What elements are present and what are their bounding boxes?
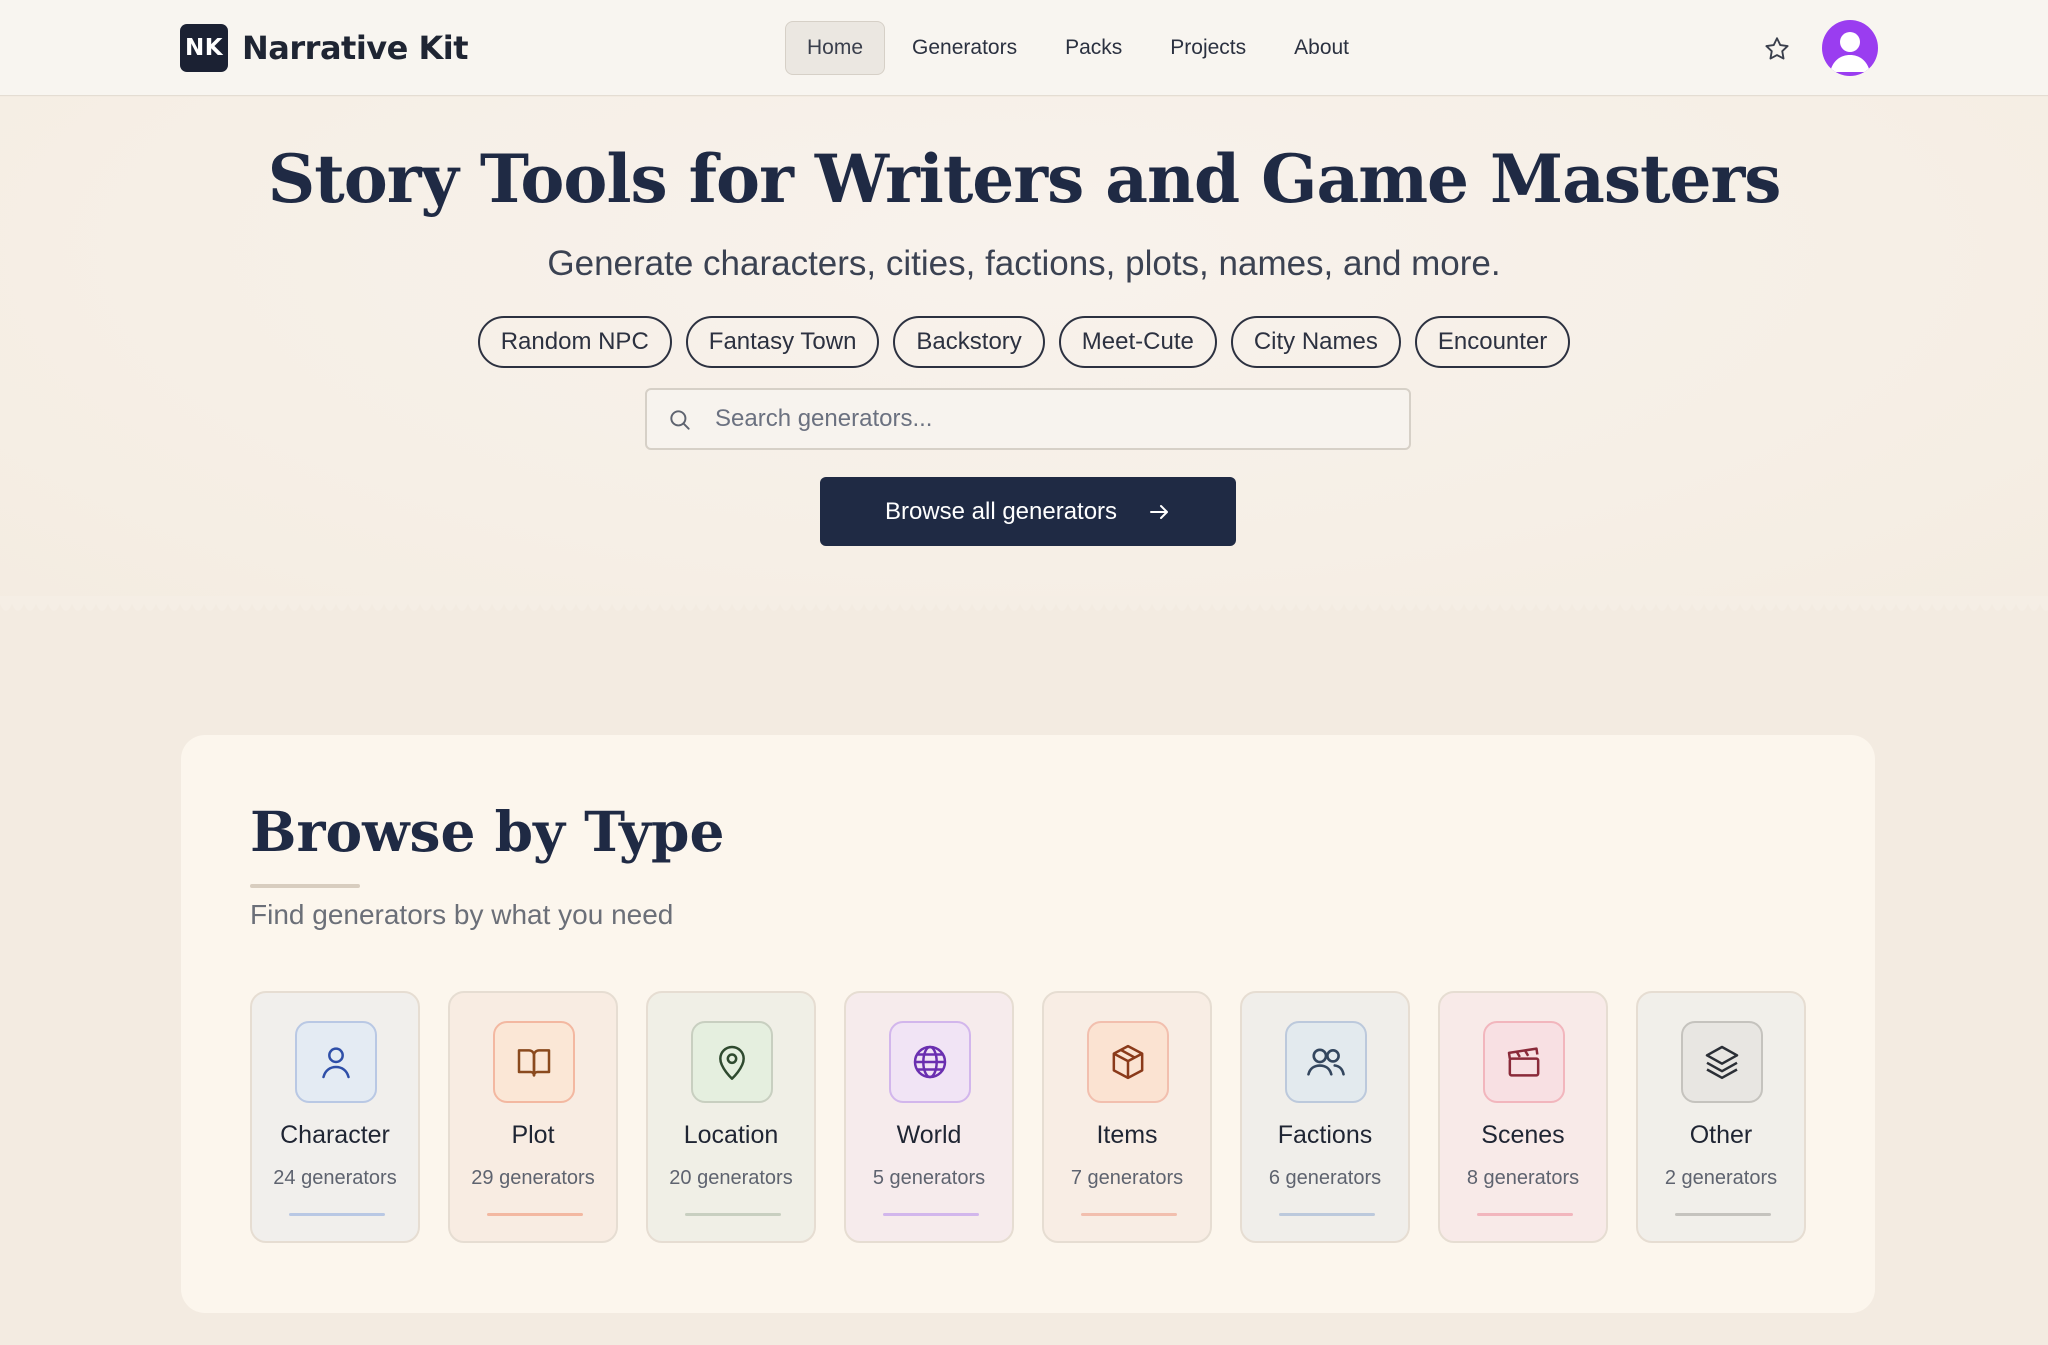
type-accent-bar	[1675, 1213, 1771, 1216]
nav-about[interactable]: About	[1273, 21, 1370, 75]
browse-all-generators-button[interactable]: Browse all generators	[820, 477, 1236, 546]
nav-home[interactable]: Home	[785, 21, 886, 75]
hero-scallop-divider	[0, 596, 2048, 626]
map-pin-icon	[719, 1045, 745, 1080]
type-count: 7 generators	[1070, 1167, 1184, 1189]
nav-generators[interactable]: Generators	[891, 21, 1038, 75]
clapperboard-icon	[1507, 1047, 1540, 1077]
chip-city-names[interactable]: City Names	[1230, 316, 1401, 368]
type-name: Other	[1689, 1121, 1753, 1149]
type-name: Plot	[511, 1121, 555, 1149]
browse-title: Browse by Type	[250, 799, 725, 864]
favorites-button[interactable]	[1762, 34, 1792, 64]
search-icon	[670, 410, 690, 430]
quick-generator-chips: Random NPC Fantasy Town Backstory Meet-C…	[0, 316, 2048, 368]
brand-name: Narrative Kit	[242, 29, 469, 67]
type-name: Items	[1096, 1121, 1158, 1149]
type-count: 24 generators	[273, 1167, 397, 1189]
type-card-character[interactable]: Character 24 generators	[250, 991, 420, 1243]
users-icon	[1307, 1048, 1345, 1076]
type-name: Scenes	[1481, 1121, 1565, 1149]
arrow-right-icon	[1147, 500, 1171, 524]
globe-icon	[913, 1045, 947, 1079]
chip-fantasy-town[interactable]: Fantasy Town	[685, 316, 880, 368]
type-name: World	[896, 1121, 962, 1149]
box-icon	[1112, 1044, 1144, 1080]
nav-packs[interactable]: Packs	[1044, 21, 1143, 75]
type-count: 8 generators	[1466, 1167, 1580, 1189]
type-icon-box	[493, 1021, 575, 1103]
type-card-other[interactable]: Other 2 generators	[1636, 991, 1806, 1243]
brand-logo[interactable]: NK Narrative Kit	[180, 24, 469, 72]
user-avatar-icon	[1830, 32, 1870, 72]
type-card-items[interactable]: Items 7 generators	[1042, 991, 1212, 1243]
title-underline	[250, 884, 360, 888]
type-card-location[interactable]: Location 20 generators	[646, 991, 816, 1243]
type-card-scenes[interactable]: Scenes 8 generators	[1438, 991, 1608, 1243]
type-icon-box	[889, 1021, 971, 1103]
chip-random-npc[interactable]: Random NPC	[477, 316, 672, 368]
browse-subtitle: Find generators by what you need	[250, 899, 674, 930]
type-count: 5 generators	[872, 1167, 986, 1189]
type-card-factions[interactable]: Factions 6 generators	[1240, 991, 1410, 1243]
type-icon-box	[691, 1021, 773, 1103]
user-avatar[interactable]	[1822, 20, 1878, 76]
type-accent-bar	[289, 1213, 385, 1216]
type-name: Location	[683, 1121, 779, 1149]
type-accent-bar	[487, 1213, 583, 1216]
type-accent-bar	[883, 1213, 979, 1216]
browse-all-generators-label: Browse all generators	[884, 497, 1118, 525]
chip-backstory[interactable]: Backstory	[893, 316, 1045, 368]
star-icon	[1765, 37, 1789, 60]
chip-meet-cute[interactable]: Meet-Cute	[1058, 316, 1217, 368]
type-accent-bar	[1081, 1213, 1177, 1216]
type-name: Character	[280, 1121, 390, 1149]
type-icon-box	[1681, 1021, 1763, 1103]
main-nav: Home Generators Packs Projects About	[785, 21, 1376, 75]
type-card-world[interactable]: World 5 generators	[844, 991, 1014, 1243]
type-count: 6 generators	[1268, 1167, 1382, 1189]
search-input[interactable]	[715, 390, 1395, 448]
type-list: Character 24 generators Plot 29 generato…	[250, 991, 1834, 1243]
type-count: 20 generators	[669, 1167, 793, 1189]
type-accent-bar	[1279, 1213, 1375, 1216]
type-accent-bar	[1477, 1213, 1573, 1216]
hero-title: Story Tools for Writers and Game Masters	[267, 140, 1782, 218]
search-box	[645, 388, 1411, 450]
user-icon	[322, 1047, 350, 1079]
type-icon-box	[1285, 1021, 1367, 1103]
type-count: 2 generators	[1664, 1167, 1778, 1189]
type-accent-bar	[685, 1213, 781, 1216]
brand-mark: NK	[180, 24, 228, 72]
type-icon-box	[295, 1021, 377, 1103]
chip-encounter[interactable]: Encounter	[1414, 316, 1571, 368]
layers-icon	[1705, 1045, 1739, 1080]
browse-by-type-card: Browse by Type Find generators by what y…	[181, 735, 1875, 1313]
top-nav-bar: NK Narrative Kit Home Generators Packs P…	[0, 0, 2048, 96]
type-icon-box	[1483, 1021, 1565, 1103]
nav-projects[interactable]: Projects	[1149, 21, 1267, 75]
type-icon-box	[1087, 1021, 1169, 1103]
book-icon	[517, 1049, 551, 1077]
type-card-plot[interactable]: Plot 29 generators	[448, 991, 618, 1243]
type-count: 29 generators	[471, 1167, 595, 1189]
hero-subtitle: Generate characters, cities, factions, p…	[547, 244, 1501, 283]
type-name: Factions	[1277, 1121, 1373, 1149]
